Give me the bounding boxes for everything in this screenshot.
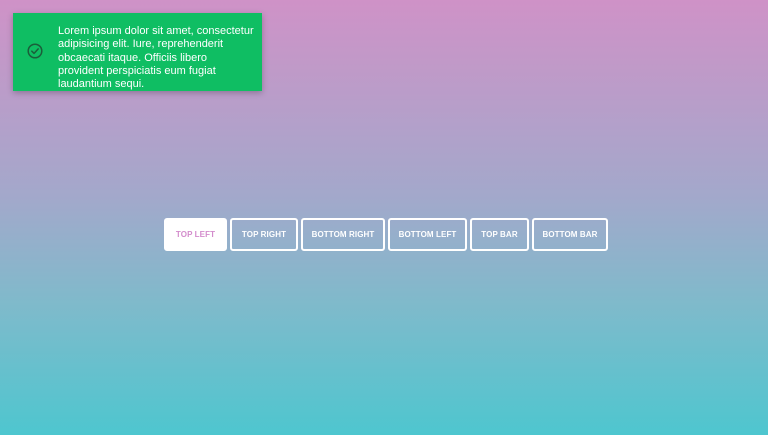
position-button-group: TOP LEFT TOP RIGHT BOTTOM RIGHT BOTTOM L… — [164, 218, 608, 251]
bottom-right-button[interactable]: BOTTOM RIGHT — [301, 218, 385, 251]
notification-message: Lorem ipsum dolor sit amet, consectetur … — [58, 25, 254, 91]
top-right-button[interactable]: TOP RIGHT — [230, 218, 298, 251]
top-left-button[interactable]: TOP LEFT — [164, 218, 227, 251]
check-circle-icon — [27, 43, 43, 59]
top-bar-button[interactable]: TOP BAR — [470, 218, 529, 251]
success-notification[interactable]: Lorem ipsum dolor sit amet, consectetur … — [13, 13, 262, 91]
bottom-left-button[interactable]: BOTTOM LEFT — [388, 218, 467, 251]
bottom-bar-button[interactable]: BOTTOM BAR — [532, 218, 608, 251]
